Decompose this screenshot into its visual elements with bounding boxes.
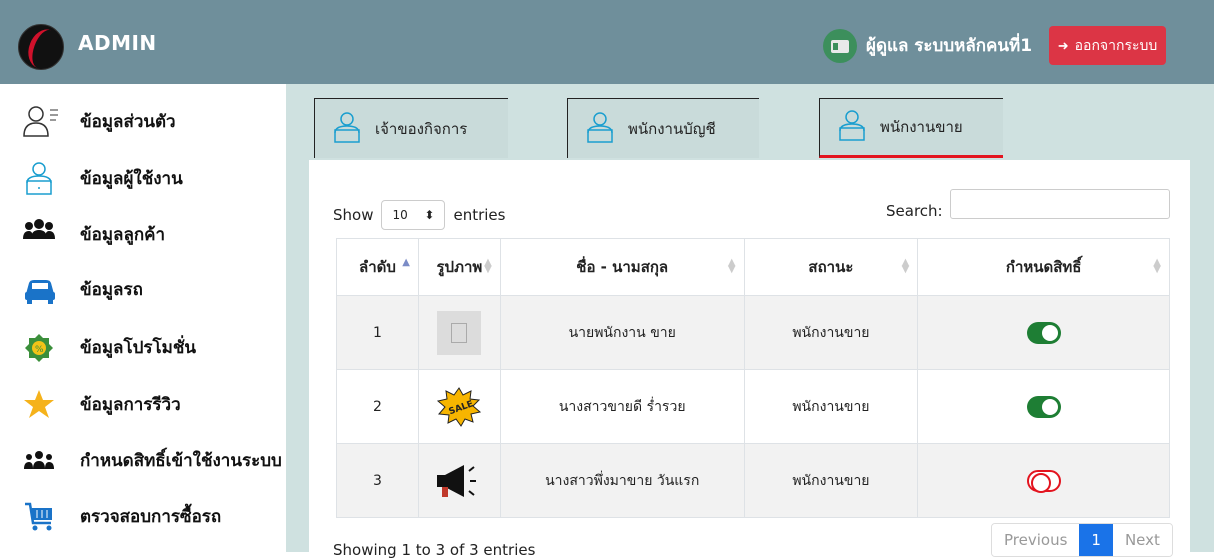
row-permission (917, 369, 1170, 444)
sidebar-item-label: ข้อมูลส่วนตัว (80, 111, 176, 132)
tab-label: พนักงานขาย (880, 118, 963, 136)
sidebar-item-reviews[interactable]: ข้อมูลการรีวิว (22, 382, 181, 426)
profile-icon (22, 104, 62, 138)
search-label: Search: (886, 202, 943, 220)
tab-label: พนักงานบัญชี (628, 119, 716, 138)
table-info: Showing 1 to 3 of 3 entries (333, 541, 536, 559)
user-laptop-icon (22, 161, 62, 195)
brand-title: ADMIN (78, 31, 157, 55)
sort-icon: ▲ ▼ (484, 257, 492, 275)
row-status: พนักงานขาย (743, 443, 919, 518)
permission-toggle[interactable] (1026, 321, 1061, 344)
top-navbar: ADMIN ผู้ดูแล ระบบหลักคนที่1 ➜ ออกจากระบ… (0, 0, 1214, 84)
row-name: นางสาวพึ่งมาขาย วันแรก (499, 443, 745, 518)
sidebar-item-label: กำหนดสิทธิ์เข้าใช้งานระบบ (80, 450, 282, 471)
star-icon (22, 387, 62, 421)
sidebar-item-cars[interactable]: ข้อมูลรถ (22, 267, 143, 311)
logo (18, 24, 64, 70)
entries-control: Show 10 ⬍ entries (333, 200, 505, 230)
table-row: 2 SALE นางสาวขายดี ร่ำรวย พนักงานขาย (336, 369, 1170, 444)
entries-value: 10 (392, 208, 408, 222)
row-number: 3 (336, 443, 419, 518)
user-laptop-icon (584, 111, 616, 147)
row-number: 2 (336, 369, 419, 444)
column-header-status[interactable]: สถานะ ▲ ▼ (743, 238, 919, 296)
sidebar-item-label: ข้อมูลลูกค้า (80, 224, 166, 245)
car-icon (22, 272, 62, 306)
row-name: นายพนักงาน ขาย (499, 295, 745, 370)
user-card-icon (823, 29, 857, 63)
entries-select[interactable]: 10 ⬍ (381, 200, 446, 230)
tab-owner[interactable]: เจ้าของกิจการ (314, 98, 508, 158)
next-button[interactable]: Next (1112, 524, 1172, 556)
chevron-updown-icon: ⬍ (424, 208, 435, 222)
previous-button[interactable]: Previous (992, 524, 1080, 556)
sidebar-item-permissions[interactable]: กำหนดสิทธิ์เข้าใช้งานระบบ (22, 438, 282, 482)
sidebar-item-promotions[interactable]: % ข้อมูลโปรโมชั่น (22, 325, 196, 369)
column-header-no[interactable]: ลำดับ ▲ (336, 238, 419, 296)
show-label: Show (333, 206, 374, 224)
sidebar-item-profile[interactable]: ข้อมูลส่วนตัว (22, 99, 176, 143)
user-label: ผู้ดูแล ระบบหลักคนที่1 (866, 36, 1033, 56)
sort-icon: ▲ ▼ (1153, 257, 1161, 275)
column-header-name[interactable]: ชื่อ - นามสกุล ▲ ▼ (499, 238, 745, 296)
megaphone-icon (437, 464, 477, 497)
sidebar-item-label: ตรวจสอบการซื้อรถ (80, 506, 222, 527)
sign-out-icon: ➜ (1057, 37, 1069, 53)
svg-text:%: % (35, 345, 44, 355)
row-permission (917, 443, 1170, 518)
permission-toggle[interactable] (1026, 395, 1061, 418)
sidebar-item-customers[interactable]: ข้อมูลลูกค้า (22, 212, 165, 256)
row-image (417, 295, 501, 370)
entries-label: entries (453, 206, 506, 224)
sidebar-item-users[interactable]: ข้อมูลผู้ใช้งาน (22, 156, 183, 200)
sidebar-item-label: ข้อมูลรถ (80, 279, 143, 300)
row-image: SALE (417, 369, 501, 444)
sidebar-item-purchases[interactable]: ตรวจสอบการซื้อรถ (22, 494, 221, 538)
page-1-button[interactable]: 1 (1079, 524, 1113, 556)
sort-icon: ▲ ▼ (727, 257, 736, 275)
tab-label: เจ้าของกิจการ (375, 119, 468, 138)
row-number: 1 (336, 295, 419, 370)
row-status: พนักงานขาย (743, 369, 919, 444)
sidebar-item-label: ข้อมูลการรีวิว (80, 394, 181, 415)
row-image (417, 443, 501, 518)
cart-icon (22, 499, 62, 533)
tab-accountant[interactable]: พนักงานบัญชี (567, 98, 759, 158)
sale-badge-icon: SALE (437, 386, 482, 427)
table-row: 3 นางสาวพึ่งมาขาย วันแรก พนักงานขาย (336, 443, 1170, 518)
placeholder-image-icon (437, 310, 482, 355)
promotion-icon: % (22, 330, 62, 364)
sort-icon: ▲ ▼ (901, 257, 910, 275)
column-header-permission[interactable]: กำหนดสิทธิ์ ▲ ▼ (917, 238, 1170, 296)
sidebar: ข้อมูลส่วนตัว ข้อมูลผู้ใช้งาน ข้อมูลลูกค… (0, 84, 286, 552)
table-row: 1 นายพนักงาน ขาย พนักงานขาย (336, 295, 1170, 370)
sidebar-item-label: ข้อมูลผู้ใช้งาน (80, 168, 183, 189)
tab-sales[interactable]: พนักงานขาย (819, 98, 1003, 158)
row-permission (917, 295, 1170, 370)
row-status: พนักงานขาย (743, 295, 919, 370)
permission-icon (22, 443, 62, 477)
logout-button[interactable]: ➜ ออกจากระบบ (1049, 26, 1166, 65)
user-laptop-icon (836, 109, 868, 145)
logout-label: ออกจากระบบ (1074, 36, 1158, 53)
employee-table: ลำดับ ▲ รูปภาพ ▲ ▼ ชื่อ - นามสกุล ▲ ▼ สถานะ ▲ ▼… (336, 238, 1170, 518)
sort-asc-icon: ▲ (402, 257, 410, 268)
column-header-image[interactable]: รูปภาพ ▲ ▼ (417, 238, 501, 296)
row-name: นางสาวขายดี ร่ำรวย (499, 369, 745, 444)
search-input[interactable] (950, 189, 1170, 219)
sidebar-item-label: ข้อมูลโปรโมชั่น (80, 337, 197, 358)
customers-icon (22, 217, 62, 251)
user-laptop-icon (331, 111, 363, 147)
permission-toggle[interactable] (1026, 469, 1061, 493)
